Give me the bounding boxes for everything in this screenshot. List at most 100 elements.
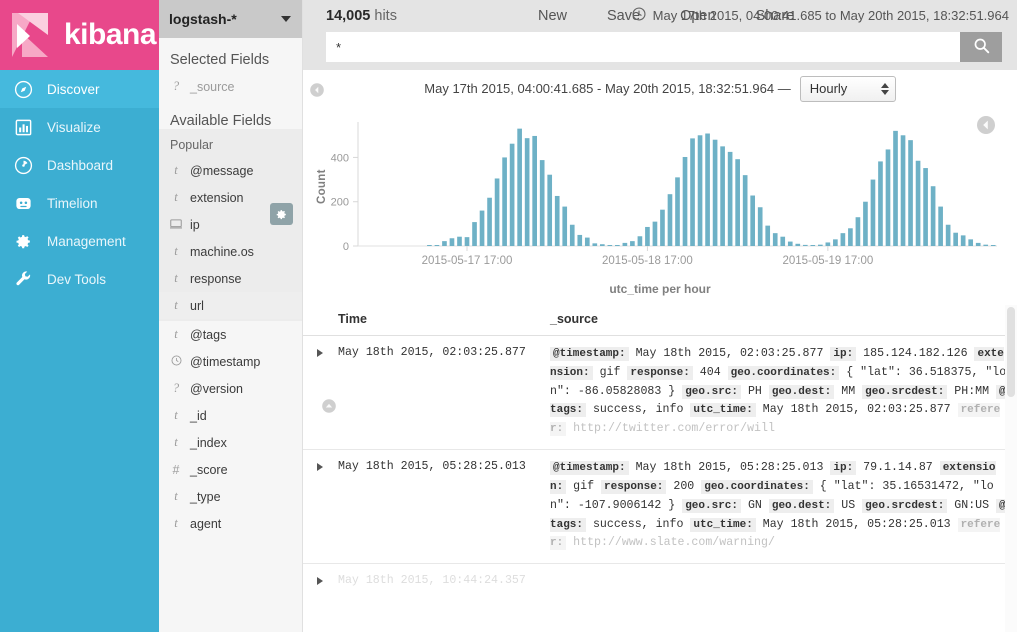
sidebar-item-label: Dev Tools	[47, 272, 106, 287]
search-input[interactable]	[326, 32, 960, 62]
sidebar-item-timelion[interactable]: Timelion	[0, 184, 159, 222]
expand-arrow-icon[interactable]	[317, 463, 323, 471]
search-button[interactable]	[960, 32, 1002, 62]
hits-count: 14,005	[326, 8, 370, 24]
cell-source: @timestamp: May 18th 2015, 05:28:25.013 …	[550, 450, 1017, 564]
field-type-icon: t	[170, 435, 182, 450]
source-field-key: response:	[627, 366, 692, 380]
expand-column-header	[303, 305, 338, 336]
expand-cell[interactable]	[303, 564, 338, 599]
field-item-url[interactable]: t url	[159, 292, 302, 319]
compass-icon	[12, 78, 34, 100]
cell-time: May 18th 2015, 05:28:25.013	[338, 450, 550, 564]
expand-arrow-icon[interactable]	[317, 349, 323, 357]
column-header-source[interactable]: _source	[550, 305, 1017, 336]
cell-source	[550, 564, 1017, 599]
table-row[interactable]: May 18th 2015, 10:44:24.357	[303, 564, 1017, 599]
menu-new[interactable]: New	[518, 6, 587, 26]
popular-fields-title: Popular	[159, 129, 302, 157]
source-field-value: 404	[693, 366, 728, 379]
svg-text:2015-05-17 17:00: 2015-05-17 17:00	[422, 255, 513, 267]
source-field-value: GN	[741, 499, 769, 512]
expand-arrow-icon[interactable]	[317, 577, 323, 585]
sidebar-item-dev-tools[interactable]: Dev Tools	[0, 260, 159, 298]
field-item-type[interactable]: t _type	[159, 483, 302, 510]
expand-cell[interactable]	[303, 336, 338, 450]
field-name: _index	[190, 436, 227, 450]
vertical-scrollbar[interactable]	[1005, 305, 1017, 632]
sidebar-item-visualize[interactable]: Visualize	[0, 108, 159, 146]
sidebar-item-label: Discover	[47, 82, 100, 97]
time-range-picker[interactable]: May 17th 2015, 04:00:41.685 to May 20th …	[632, 7, 1009, 24]
sidebar-item-label: Timelion	[47, 196, 98, 211]
field-item-score[interactable]: # _score	[159, 456, 302, 483]
source-field-key: geo.srcdest:	[862, 385, 947, 399]
sidebar-item-dashboard[interactable]: Dashboard	[0, 146, 159, 184]
fields-sidebar: logstash-* Selected Fields ? _source Ava…	[159, 0, 303, 632]
field-type-icon: t	[170, 516, 182, 531]
interval-value: Hourly	[810, 81, 848, 96]
source-field-value: success, info	[586, 403, 690, 416]
index-pattern-selector[interactable]: logstash-*	[159, 0, 302, 38]
chart-y-axis-label: Count	[316, 169, 328, 204]
kibana-discover-app: kibana Discover Visualize Dashboard Time	[0, 0, 1017, 632]
table-row[interactable]: May 18th 2015, 05:28:25.013@timestamp: M…	[303, 450, 1017, 564]
expand-cell[interactable]	[303, 450, 338, 564]
column-header-time[interactable]: Time	[338, 305, 550, 336]
search-bar	[326, 32, 1002, 62]
scrollbar-thumb[interactable]	[1007, 307, 1015, 397]
field-item-index[interactable]: t _index	[159, 429, 302, 456]
field-name: @message	[190, 164, 253, 178]
sidebar-item-discover[interactable]: Discover	[0, 70, 159, 108]
field-name: _source	[190, 80, 234, 94]
field-item-agent[interactable]: t agent	[159, 510, 302, 537]
field-type-icon: t	[170, 327, 182, 342]
field-name: ip	[190, 218, 200, 232]
field-item-timestamp[interactable]: @timestamp	[159, 348, 302, 375]
selected-fields-title: Selected Fields	[159, 38, 302, 68]
source-field-key: geo.src:	[682, 385, 741, 399]
field-type-icon: ?	[170, 79, 182, 94]
left-navigation: kibana Discover Visualize Dashboard Time	[0, 0, 159, 632]
field-item-source[interactable]: ? _source	[159, 73, 302, 100]
field-item-id[interactable]: t _id	[159, 402, 302, 429]
table-row[interactable]: May 18th 2015, 02:03:25.877@timestamp: M…	[303, 336, 1017, 450]
source-field-value: 79.1.14.87	[856, 461, 940, 474]
cell-time: May 18th 2015, 10:44:24.357	[338, 564, 550, 599]
field-name: @timestamp	[190, 355, 260, 369]
field-type-icon: t	[170, 298, 182, 313]
field-name: machine.os	[190, 245, 254, 259]
sidebar-item-management[interactable]: Management	[0, 222, 159, 260]
field-item-response[interactable]: t response	[159, 265, 302, 292]
cell-source: @timestamp: May 18th 2015, 02:03:25.877 …	[550, 336, 1017, 450]
source-field-value: May 18th 2015, 02:03:25.877	[756, 403, 958, 416]
timelion-icon	[12, 192, 34, 214]
field-settings-gear-icon[interactable]	[270, 203, 293, 225]
svg-text:2015-05-18 17:00: 2015-05-18 17:00	[602, 255, 693, 267]
source-field-value: http://twitter.com/error/will	[566, 422, 775, 435]
source-field-value: http://www.slate.com/warning/	[566, 536, 775, 549]
table-body: May 18th 2015, 02:03:25.877@timestamp: M…	[303, 336, 1017, 599]
field-item-message[interactable]: t @message	[159, 157, 302, 184]
collapse-sidebar-button[interactable]	[309, 82, 325, 98]
sidebar-item-label: Management	[47, 234, 126, 249]
field-name: _type	[190, 490, 221, 504]
field-type-icon: ?	[170, 381, 182, 396]
source-field-key: ip:	[830, 461, 856, 475]
bar-chart-icon	[12, 116, 34, 138]
source-field-key: geo.srcdest:	[862, 499, 947, 513]
interval-select[interactable]: Hourly	[800, 76, 896, 102]
source-field-value: May 18th 2015, 05:28:25.013	[756, 518, 958, 531]
field-type-icon: t	[170, 408, 182, 423]
source-field-key: ip:	[830, 347, 856, 361]
field-item-machine-os[interactable]: t machine.os	[159, 238, 302, 265]
svg-text:2015-05-19 17:00: 2015-05-19 17:00	[782, 255, 873, 267]
field-item-version[interactable]: ? @version	[159, 375, 302, 402]
chevron-updown-icon	[881, 83, 889, 95]
field-name: agent	[190, 517, 221, 531]
brand-header: kibana	[0, 0, 159, 70]
field-type-icon: t	[170, 163, 182, 178]
field-item-tags[interactable]: t @tags	[159, 321, 302, 348]
histogram-svg[interactable]: 02004002015-05-17 17:002015-05-18 17:002…	[303, 112, 1015, 280]
sidebar-item-label: Dashboard	[47, 158, 113, 173]
